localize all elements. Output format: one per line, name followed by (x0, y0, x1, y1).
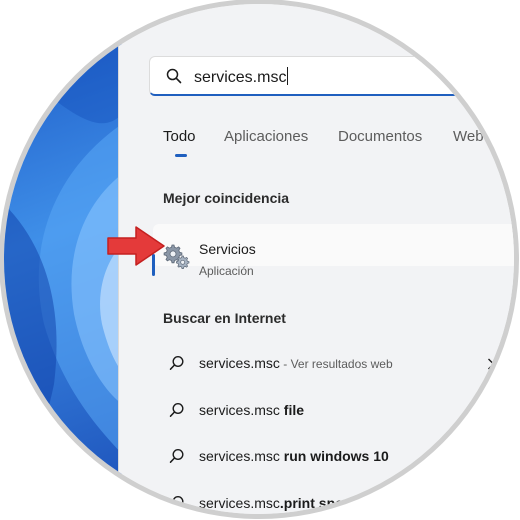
best-match-result[interactable]: Servicios Aplicación (152, 224, 514, 278)
red-pointer-arrow-icon (106, 224, 168, 273)
search-panel: services.msc Todo Aplicaciones Documento… (118, 4, 514, 514)
tab-documentos[interactable]: Documentos (338, 128, 422, 145)
desktop-wallpaper (4, 4, 122, 514)
bloom-wallpaper-graphic (4, 4, 122, 494)
text-caret (287, 67, 289, 85)
best-match-heading: Mejor coincidencia (163, 190, 290, 206)
search-input[interactable]: services.msc (194, 67, 289, 87)
search-icon (169, 402, 185, 423)
web-result-row[interactable]: services.msc file (169, 398, 514, 426)
filter-tabs: Todo Aplicaciones Documentos Web (161, 128, 514, 164)
active-tab-indicator (175, 154, 187, 157)
search-icon (169, 495, 185, 514)
tab-web[interactable]: Web (453, 128, 484, 145)
tab-todo[interactable]: Todo (163, 128, 196, 145)
web-result-text: services.msc - Ver resultados web (199, 355, 393, 371)
web-result-text: services.msc file (199, 402, 305, 418)
web-result-text: services.msc run windows 10 (199, 448, 389, 464)
search-box[interactable]: services.msc (149, 56, 514, 96)
app-type: Aplicación (199, 264, 254, 278)
zoom-circle: services.msc Todo Aplicaciones Documento… (4, 4, 514, 514)
web-result-row[interactable]: services.msc run windows 10 (169, 444, 514, 472)
chevron-right-icon[interactable] (487, 357, 495, 375)
web-result-row[interactable]: services.msc - Ver resultados web (169, 351, 514, 379)
search-icon (169, 448, 185, 469)
search-icon (166, 68, 182, 89)
search-icon (169, 355, 185, 376)
web-result-row[interactable]: services.msc.print spo (169, 491, 514, 514)
internet-heading: Buscar en Internet (163, 310, 286, 326)
web-result-text: services.msc.print spo (199, 495, 344, 511)
tab-aplicaciones[interactable]: Aplicaciones (224, 128, 308, 145)
app-name: Servicios (199, 241, 256, 257)
